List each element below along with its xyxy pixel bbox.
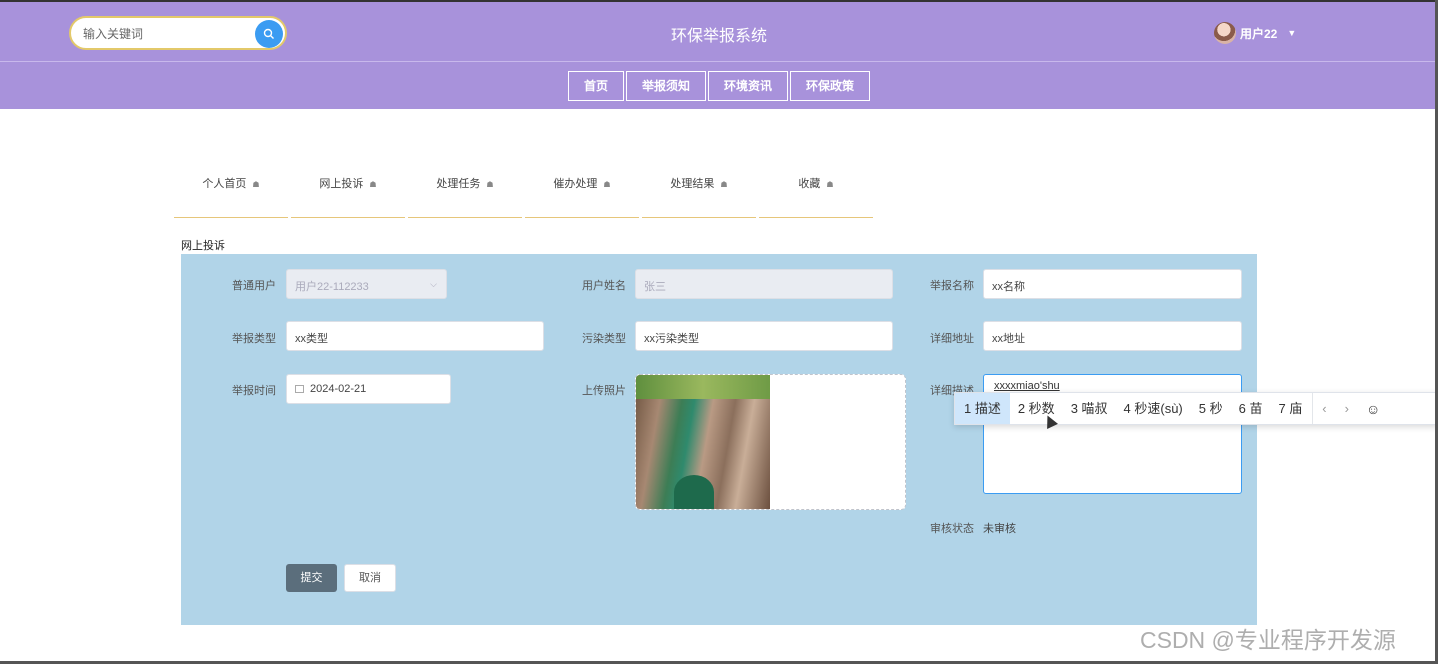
tab-complaint[interactable]: 网上投诉 ☗ xyxy=(291,172,405,218)
report-type-field[interactable]: xx类型 xyxy=(286,321,544,351)
section-title: 网上投诉 xyxy=(181,240,225,252)
tab-profile[interactable]: 个人首页 ☗ xyxy=(174,172,288,218)
ime-candidate[interactable]: 1 描述 xyxy=(955,393,1010,424)
user-label: 普通用户 xyxy=(232,280,276,292)
date-picker[interactable]: 2024-02-21 xyxy=(286,374,451,404)
uploaded-photo xyxy=(636,375,770,509)
prev-page-icon[interactable]: ‹ xyxy=(1313,401,1335,416)
cancel-button[interactable]: 取消 xyxy=(344,564,396,592)
user-menu[interactable]: 用户22 ▼ xyxy=(1214,22,1296,44)
home-icon: ☗ xyxy=(720,180,728,189)
ime-candidate[interactable]: 6 苗 xyxy=(1231,393,1271,424)
complaint-form: 普通用户 用户22-112233 ⌵ 用户姓名 张三 举报名称 xx名称 举报类… xyxy=(181,254,1257,625)
tab-tasks[interactable]: 处理任务 ☗ xyxy=(408,172,522,218)
name-field[interactable]: 张三 xyxy=(635,269,893,299)
status-value: 未审核 xyxy=(983,523,1016,535)
time-label: 举报时间 xyxy=(232,385,276,397)
home-icon: ☗ xyxy=(603,180,611,189)
pollution-type-field[interactable]: xx污染类型 xyxy=(635,321,893,351)
home-icon: ☗ xyxy=(486,180,494,189)
chevron-down-icon: ⌵ xyxy=(430,279,437,289)
emoji-icon[interactable]: ☺ xyxy=(1358,401,1388,417)
home-icon: ☗ xyxy=(252,180,260,189)
status-label: 审核状态 xyxy=(930,523,974,535)
address-field[interactable]: xx地址 xyxy=(983,321,1242,351)
chevron-down-icon: ▼ xyxy=(1287,28,1297,38)
photo-upload[interactable] xyxy=(635,374,906,510)
ime-candidate[interactable]: 5 秒 xyxy=(1191,393,1231,424)
submit-button[interactable]: 提交 xyxy=(286,564,337,592)
report-name-label: 举报名称 xyxy=(930,280,974,292)
user-select[interactable]: 用户22-112233 ⌵ xyxy=(286,269,447,299)
ime-candidate-bar: 1 描述 2 秒数 3 喵叔 4 秒速(sù) 5 秒 6 苗 7 庙 ‹ › … xyxy=(954,392,1438,425)
top-header: 环保举报系统 用户22 ▼ xyxy=(0,0,1438,61)
tab-favorites[interactable]: 收藏 ☗ xyxy=(759,172,873,218)
name-label: 用户姓名 xyxy=(582,280,626,292)
calendar-icon xyxy=(295,385,304,393)
ime-candidate[interactable]: 3 喵叔 xyxy=(1063,393,1116,424)
photo-label: 上传照片 xyxy=(582,385,626,397)
ime-candidate[interactable]: 4 秒速(sù) xyxy=(1116,393,1191,424)
user-tabs: 个人首页 ☗ 网上投诉 ☗ 处理任务 ☗ 催办处理 ☗ 处理结果 ☗ 收藏 ☗ xyxy=(174,172,876,218)
main-nav: 首页 举报须知 环境资讯 环保政策 xyxy=(0,61,1438,109)
nav-item-news[interactable]: 环境资讯 xyxy=(708,71,789,101)
ime-candidate[interactable]: 7 庙 xyxy=(1270,393,1310,424)
home-icon: ☗ xyxy=(826,180,834,189)
nav-item-home[interactable]: 首页 xyxy=(568,71,625,101)
nav-item-notice[interactable]: 举报须知 xyxy=(626,71,707,101)
address-label: 详细地址 xyxy=(930,333,974,345)
avatar xyxy=(1214,22,1236,44)
next-page-icon[interactable]: › xyxy=(1336,401,1358,416)
home-icon: ☗ xyxy=(369,180,377,189)
nav-item-policy[interactable]: 环保政策 xyxy=(790,71,871,101)
username: 用户22 xyxy=(1240,26,1278,41)
pollution-type-label: 污染类型 xyxy=(582,333,626,345)
watermark: CSDN @专业程序开发源 xyxy=(1140,627,1396,653)
tab-results[interactable]: 处理结果 ☗ xyxy=(642,172,756,218)
tab-urge[interactable]: 催办处理 ☗ xyxy=(525,172,639,218)
report-type-label: 举报类型 xyxy=(232,333,276,345)
report-name-field[interactable]: xx名称 xyxy=(983,269,1242,299)
